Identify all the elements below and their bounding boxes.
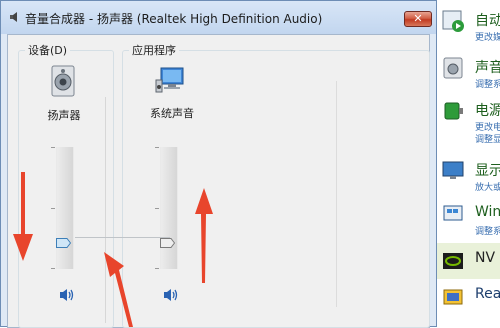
device-mute-button[interactable] [56, 286, 76, 304]
cp-title: Rea [475, 286, 500, 302]
cp-title: 自动 [475, 13, 500, 29]
slider-tick [51, 208, 55, 209]
cp-subtitle: 调整系 [475, 80, 500, 90]
cp-title: 电源 [475, 103, 500, 119]
speaker-icon [443, 57, 463, 79]
slider-tick [155, 268, 159, 269]
cp-item-nvidia[interactable]: NV [437, 243, 500, 279]
speaker-volume-icon [164, 289, 178, 301]
cp-item-autoplay[interactable]: 自动 更改媒 [437, 3, 500, 49]
control-panel-list: 自动 更改媒 声音 调整系 电源 更改电 调整显 显示 放大或 Win 调整系 … [437, 0, 500, 327]
system-sounds-icon[interactable] [155, 65, 187, 95]
app-column-divider [336, 81, 337, 307]
cp-item-display[interactable]: 显示 放大或 [437, 153, 500, 199]
slider-tick [155, 208, 159, 209]
annotation-arrow-down [13, 172, 33, 261]
cp-title: 声音 [475, 60, 500, 76]
speaker-volume-icon [60, 289, 74, 301]
cp-item-realtek[interactable]: Rea [437, 279, 500, 325]
volume-mixer-window: 音量合成器 - 扬声器 (Realtek High Definition Aud… [0, 0, 437, 328]
device-volume-slider-thumb[interactable] [56, 237, 71, 248]
cp-subtitle: 调整显 [475, 135, 500, 145]
speaker-icon[interactable] [48, 65, 78, 97]
slider-tick [155, 147, 159, 148]
app-mute-button[interactable] [160, 286, 180, 304]
close-button[interactable]: ✕ [404, 11, 432, 27]
volume-link-line [75, 237, 170, 238]
cp-item-sound[interactable]: 声音 调整系 [437, 50, 500, 96]
title-bar[interactable]: 音量合成器 - 扬声器 (Realtek High Definition Aud… [1, 1, 436, 34]
nvidia-icon [443, 253, 463, 269]
window-title: 音量合成器 - 扬声器 (Realtek High Definition Aud… [25, 12, 323, 26]
windows-update-icon [443, 205, 463, 221]
cp-item-power[interactable]: 电源 更改电 调整显 [437, 93, 500, 151]
cp-item-windows[interactable]: Win 调整系 [437, 197, 500, 243]
display-icon [442, 161, 464, 179]
slider-tick [51, 147, 55, 148]
cp-title: Win [475, 204, 500, 220]
autoplay-icon [442, 10, 464, 32]
annotation-arrow-diagonal [104, 252, 133, 327]
app-volume-slider-track[interactable] [160, 147, 178, 269]
cp-subtitle: 放大或 [475, 183, 500, 193]
applications-group-label: 应用程序 [129, 42, 179, 58]
realtek-icon [443, 289, 463, 305]
cp-subtitle: 调整系 [475, 227, 500, 237]
cp-title: 显示 [475, 163, 500, 179]
close-icon: ✕ [413, 12, 423, 25]
device-channel-name: 扬声器 [47, 109, 81, 122]
speaker-icon [10, 12, 17, 22]
cp-title: NV [475, 250, 496, 266]
device-group-label: 设备(D) [25, 42, 71, 58]
client-area: 设备(D) 扬声器 应用程序 系统声音 [7, 34, 430, 328]
power-icon [444, 102, 463, 120]
app-channel-name: 系统声音 [150, 107, 194, 120]
slider-tick [51, 268, 55, 269]
cp-subtitle: 更改媒 [475, 33, 500, 43]
app-volume-slider-thumb[interactable] [160, 237, 175, 248]
device-volume-slider-track[interactable] [56, 147, 74, 269]
annotation-arrow-up [195, 188, 213, 283]
